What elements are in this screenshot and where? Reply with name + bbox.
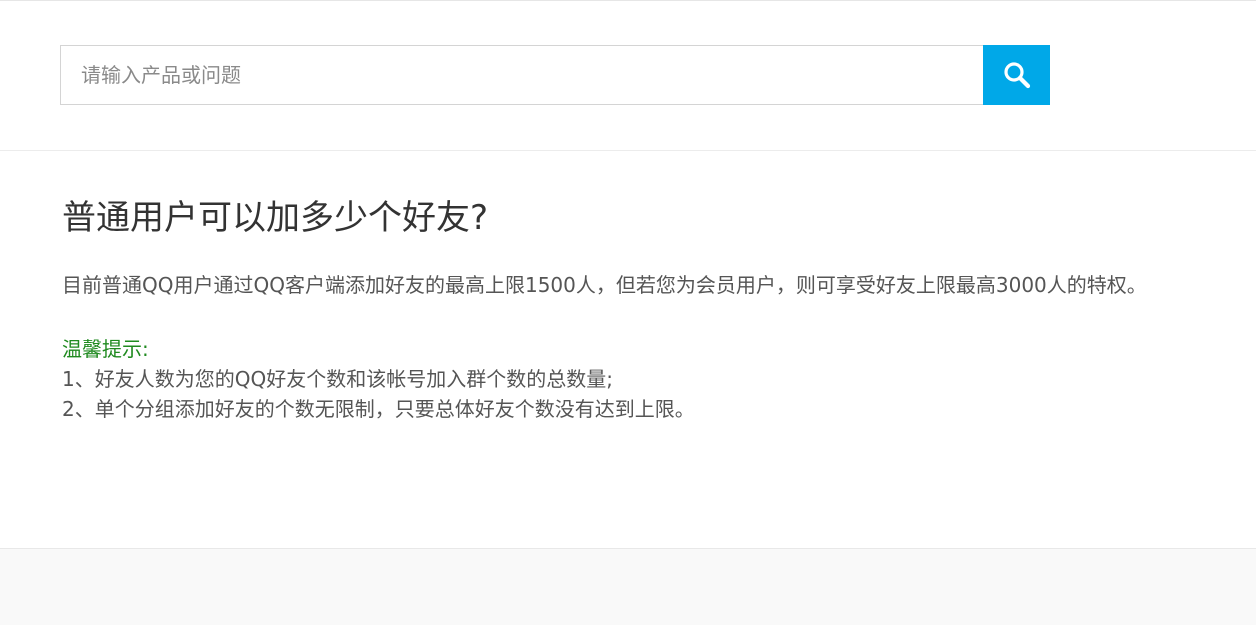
page-title: 普通用户可以加多少个好友? bbox=[62, 198, 489, 238]
footer bbox=[0, 548, 1256, 625]
section-divider bbox=[0, 150, 1256, 151]
search-button[interactable] bbox=[983, 45, 1050, 105]
tip-item: 2、单个分组添加好友的个数无限制，只要总体好友个数没有达到上限。 bbox=[62, 397, 695, 421]
search-bar bbox=[60, 45, 1050, 105]
tip-heading: 温馨提示: bbox=[62, 337, 149, 361]
top-divider bbox=[0, 0, 1256, 1]
answer-text: 目前普通QQ用户通过QQ客户端添加好友的最高上限1500人，但若您为会员用户，则… bbox=[62, 273, 1147, 297]
search-input[interactable] bbox=[60, 45, 983, 105]
search-icon bbox=[1003, 62, 1030, 89]
tip-item: 1、好友人数为您的QQ好友个数和该帐号加入群个数的总数量; bbox=[62, 367, 613, 391]
article-content: 普通用户可以加多少个好友? 目前普通QQ用户通过QQ客户端添加好友的最高上限15… bbox=[62, 190, 1202, 424]
